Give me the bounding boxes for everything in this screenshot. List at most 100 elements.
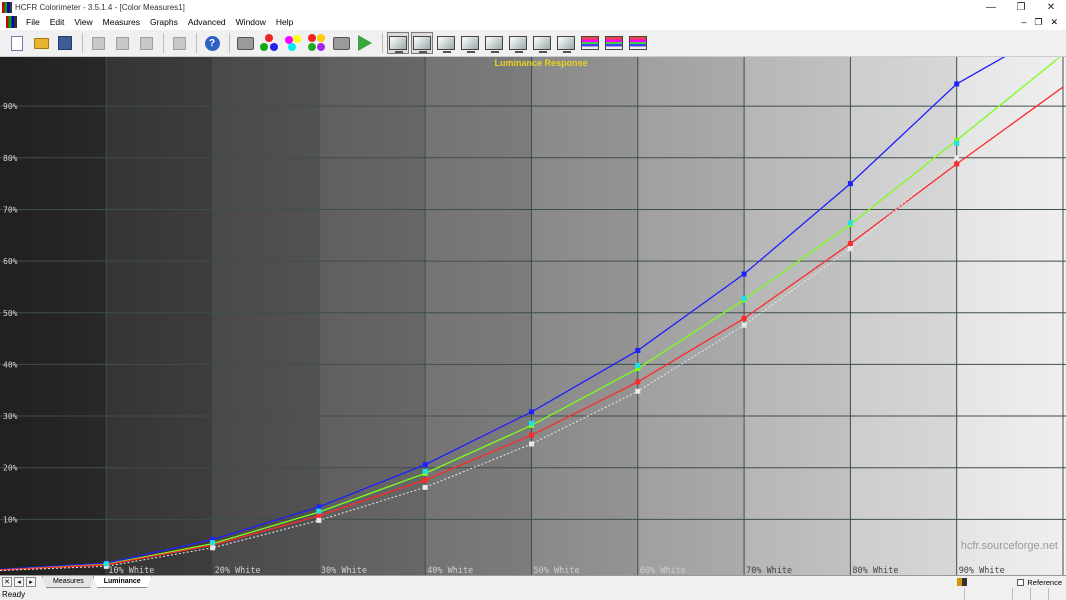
view-gray-scale-button[interactable] — [387, 32, 409, 54]
new-button[interactable] — [6, 32, 28, 54]
cut-icon — [91, 36, 105, 50]
toolbar: ? — [0, 30, 1066, 57]
gray-step-band — [956, 57, 1063, 575]
series-marker — [741, 271, 747, 277]
gray-step-band — [531, 57, 638, 575]
cyan-marker — [316, 508, 322, 514]
series-marker — [847, 246, 853, 252]
play-icon — [358, 35, 372, 51]
doc-restore-button[interactable]: ❐ — [1034, 17, 1042, 28]
measure-secondaries-button[interactable] — [282, 32, 304, 54]
screen-icon — [413, 36, 431, 53]
x-tick-label: 50% White — [534, 566, 580, 575]
screen-icon — [557, 36, 575, 53]
menu-view[interactable]: View — [69, 17, 97, 27]
menu-measures[interactable]: Measures — [98, 17, 145, 27]
reference-checkbox[interactable] — [1017, 578, 1025, 586]
x-tick-label: 70% White — [746, 566, 792, 575]
run-measure-button[interactable] — [354, 32, 376, 54]
folder-icon — [33, 37, 49, 49]
measure-colors-button[interactable] — [306, 32, 328, 54]
help-button[interactable]: ? — [201, 32, 223, 54]
series-marker — [316, 517, 322, 523]
tab-prev-button[interactable]: ◂ — [14, 577, 24, 587]
menu-graphs[interactable]: Graphs — [145, 17, 183, 27]
series-marker — [847, 241, 853, 247]
screen-icon — [485, 36, 503, 53]
copy-button[interactable] — [111, 32, 133, 54]
y-tick-label: 40% — [3, 360, 18, 369]
toolbar-separator — [163, 33, 164, 53]
tab-next-button[interactable]: ▸ — [26, 577, 36, 587]
view-measures-grid-button[interactable] — [627, 32, 649, 54]
series-marker — [529, 409, 534, 415]
y-tick-label: 10% — [3, 515, 18, 524]
print-icon — [172, 36, 186, 50]
view-saturation-button[interactable] — [579, 32, 601, 54]
saturation-graph-icon — [605, 36, 623, 50]
menu-window[interactable]: Window — [231, 17, 271, 27]
menu-advanced[interactable]: Advanced — [183, 17, 231, 27]
view-gamma-button[interactable] — [435, 32, 457, 54]
print-button[interactable] — [168, 32, 190, 54]
measure-primaries-button[interactable] — [258, 32, 280, 54]
view-tab-bar: ✕ ◂ ▸ Measures Luminance Reference — [0, 575, 1066, 588]
tab-close-button[interactable]: ✕ — [2, 577, 12, 587]
y-tick-label: 60% — [3, 257, 18, 266]
view-saturation-luminance-button[interactable] — [603, 32, 625, 54]
menu-file[interactable]: File — [21, 17, 45, 27]
camera-icon — [332, 36, 350, 50]
x-tick-label: 80% White — [852, 566, 898, 575]
open-button[interactable] — [30, 32, 52, 54]
window-title: HCFR Colorimeter - 3.5.1.4 - [Color Meas… — [15, 2, 185, 12]
document-window-controls: – ❐ ✕ — [1021, 17, 1066, 28]
doc-close-button[interactable]: ✕ — [1050, 17, 1058, 28]
minimize-button[interactable]: — — [976, 0, 1006, 14]
watermark-text: hcfr.sourceforge.net — [961, 540, 1058, 552]
cyan-marker — [422, 468, 428, 474]
view-near-white-button[interactable] — [555, 32, 577, 54]
luminance-graph[interactable]: 10% 20% 30% 40% 50% 60% 70% 80% 90% 10% White 20% … — [0, 57, 1066, 575]
series-marker — [422, 484, 428, 490]
x-tick-label: 40% White — [427, 566, 473, 575]
new-file-icon — [11, 35, 23, 51]
gray-step-band — [744, 57, 851, 575]
screen-icon — [533, 36, 551, 53]
doc-minimize-button[interactable]: – — [1021, 17, 1026, 28]
measures-grid-icon — [629, 36, 647, 50]
series-marker — [422, 477, 428, 483]
series-marker — [635, 388, 641, 394]
status-panel — [1030, 588, 1048, 600]
tab-luminance[interactable]: Luminance — [92, 576, 152, 588]
save-button[interactable] — [54, 32, 76, 54]
close-button[interactable]: ✕ — [1036, 0, 1066, 14]
x-tick-label: 60% White — [640, 566, 686, 575]
cyan-marker — [954, 140, 960, 146]
tab-measures[interactable]: Measures — [42, 576, 95, 588]
sensor-button[interactable] — [234, 32, 256, 54]
view-color-temp-button[interactable] — [483, 32, 505, 54]
series-marker — [741, 315, 747, 321]
view-luminance-button[interactable] — [411, 32, 433, 54]
cyan-marker — [847, 220, 853, 226]
x-tick-label: 10% White — [108, 566, 154, 575]
view-cie-button[interactable] — [507, 32, 529, 54]
view-rgb-levels-button[interactable] — [459, 32, 481, 54]
series-marker — [635, 347, 641, 353]
menu-help[interactable]: Help — [271, 17, 298, 27]
gray-step-band — [425, 57, 532, 575]
screen-icon — [437, 36, 455, 53]
menu-edit[interactable]: Edit — [45, 17, 70, 27]
x-tick-label: 20% White — [215, 566, 261, 575]
status-panel — [1048, 588, 1066, 600]
paste-button[interactable] — [135, 32, 157, 54]
luminance-chart: 10% 20% 30% 40% 50% 60% 70% 80% 90% 10% White 20% … — [0, 57, 1066, 575]
restore-button[interactable]: ❐ — [1006, 0, 1036, 14]
camera-button[interactable] — [330, 32, 352, 54]
document-icon[interactable] — [6, 16, 17, 28]
y-tick-label: 80% — [3, 154, 18, 163]
reference-label: Reference — [1027, 577, 1062, 587]
gray-step-band — [106, 57, 213, 575]
cut-button[interactable] — [87, 32, 109, 54]
view-near-black-button[interactable] — [531, 32, 553, 54]
